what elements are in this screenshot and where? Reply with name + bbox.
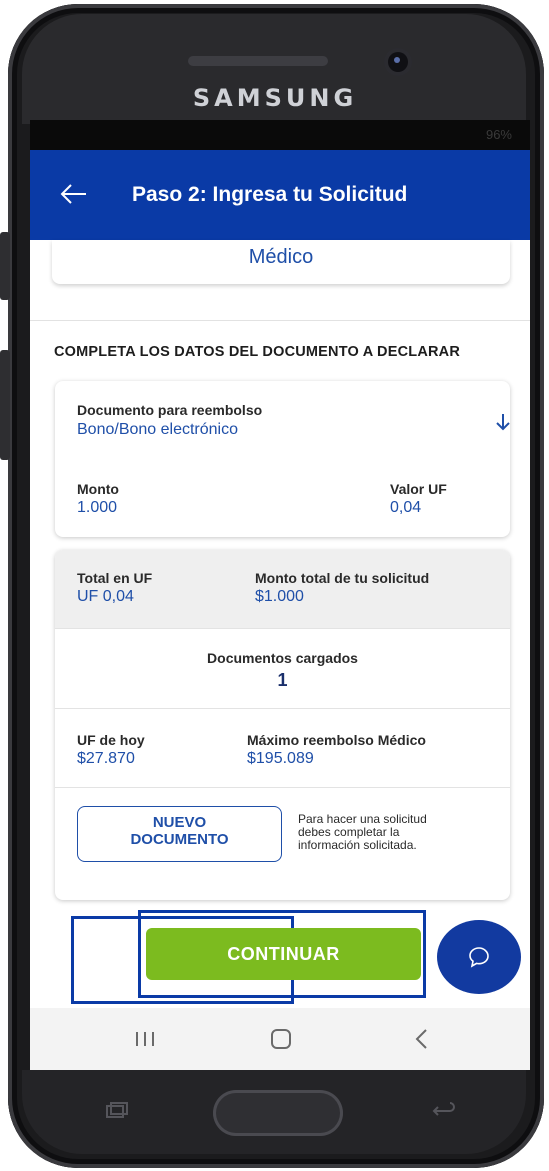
android-nav-bar (30, 1008, 530, 1070)
uf-today-label: UF de hoy (77, 732, 145, 748)
volume-button (0, 232, 10, 300)
section-title: COMPLETA LOS DATOS DEL DOCUMENTO A DECLA… (54, 344, 461, 360)
battery-indicator: 96% (485, 127, 512, 142)
continue-button[interactable]: CONTINUAR (146, 928, 421, 980)
max-reimbursement-value: $195.089 (247, 750, 314, 767)
total-uf-value: UF 0,04 (77, 588, 134, 605)
bixby-button (0, 350, 10, 460)
home-icon[interactable] (271, 1029, 291, 1049)
hardware-home-key (213, 1090, 343, 1136)
front-camera (388, 52, 408, 72)
amount-value[interactable]: 1.000 (77, 499, 117, 517)
new-document-label-line1: NUEVO (152, 814, 207, 831)
new-document-label-line2: DOCUMENTO (130, 831, 229, 848)
section-divider (30, 320, 530, 321)
uf-value: 0,04 (390, 499, 422, 516)
document-type-value: Bono/Bono electrónico (77, 421, 238, 438)
uf-value-label: Valor UF (390, 481, 447, 497)
recent-apps-icon[interactable] (134, 1030, 156, 1048)
new-document-button[interactable]: NUEVO DOCUMENTO (77, 806, 282, 862)
total-amount-label: Monto total de tu solicitud (255, 570, 430, 586)
docs-loaded-label: Documentos cargados (207, 650, 358, 666)
document-type-label: Documento para reembolso (77, 402, 263, 418)
docs-loaded-count: 1 (277, 670, 288, 690)
summary-card: Total en UF UF 0,04 Monto total de tu so… (55, 550, 510, 900)
hardware-back-icon (432, 1102, 455, 1116)
category-card: Médico (52, 240, 510, 284)
document-card: Documento para reembolso Bono/Bono elect… (55, 381, 510, 537)
status-bar: 96% (30, 120, 530, 150)
device-brand: SAMSUNG (192, 84, 358, 112)
chat-bubble-icon (469, 947, 489, 968)
nav-back-icon[interactable] (412, 1027, 432, 1051)
total-uf-label: Total en UF (77, 570, 153, 586)
category-value: Médico (248, 246, 314, 268)
uf-today-value: $27.870 (77, 750, 135, 767)
document-type-select[interactable]: Documento para reembolso Bono/Bono elect… (55, 381, 510, 451)
row-divider (55, 787, 510, 788)
row-divider (55, 628, 510, 629)
hint-line: información solicitada. (298, 838, 417, 852)
row-divider (55, 708, 510, 709)
back-arrow-icon[interactable] (58, 178, 90, 210)
max-reimbursement-label: Máximo reembolso Médico (247, 732, 426, 748)
chat-button[interactable] (437, 920, 521, 994)
hint-text: Para hacer una solicitud debes completar… (298, 813, 458, 852)
amount-label: Monto (77, 481, 119, 497)
page-title: Paso 2: Ingresa tu Solicitud (132, 183, 408, 206)
speaker-grille (188, 56, 328, 66)
hardware-recent-icon (106, 1102, 128, 1118)
app-header: Paso 2: Ingresa tu Solicitud (30, 150, 530, 240)
arrow-down-icon (496, 414, 510, 431)
total-amount-value: $1.000 (255, 588, 304, 605)
